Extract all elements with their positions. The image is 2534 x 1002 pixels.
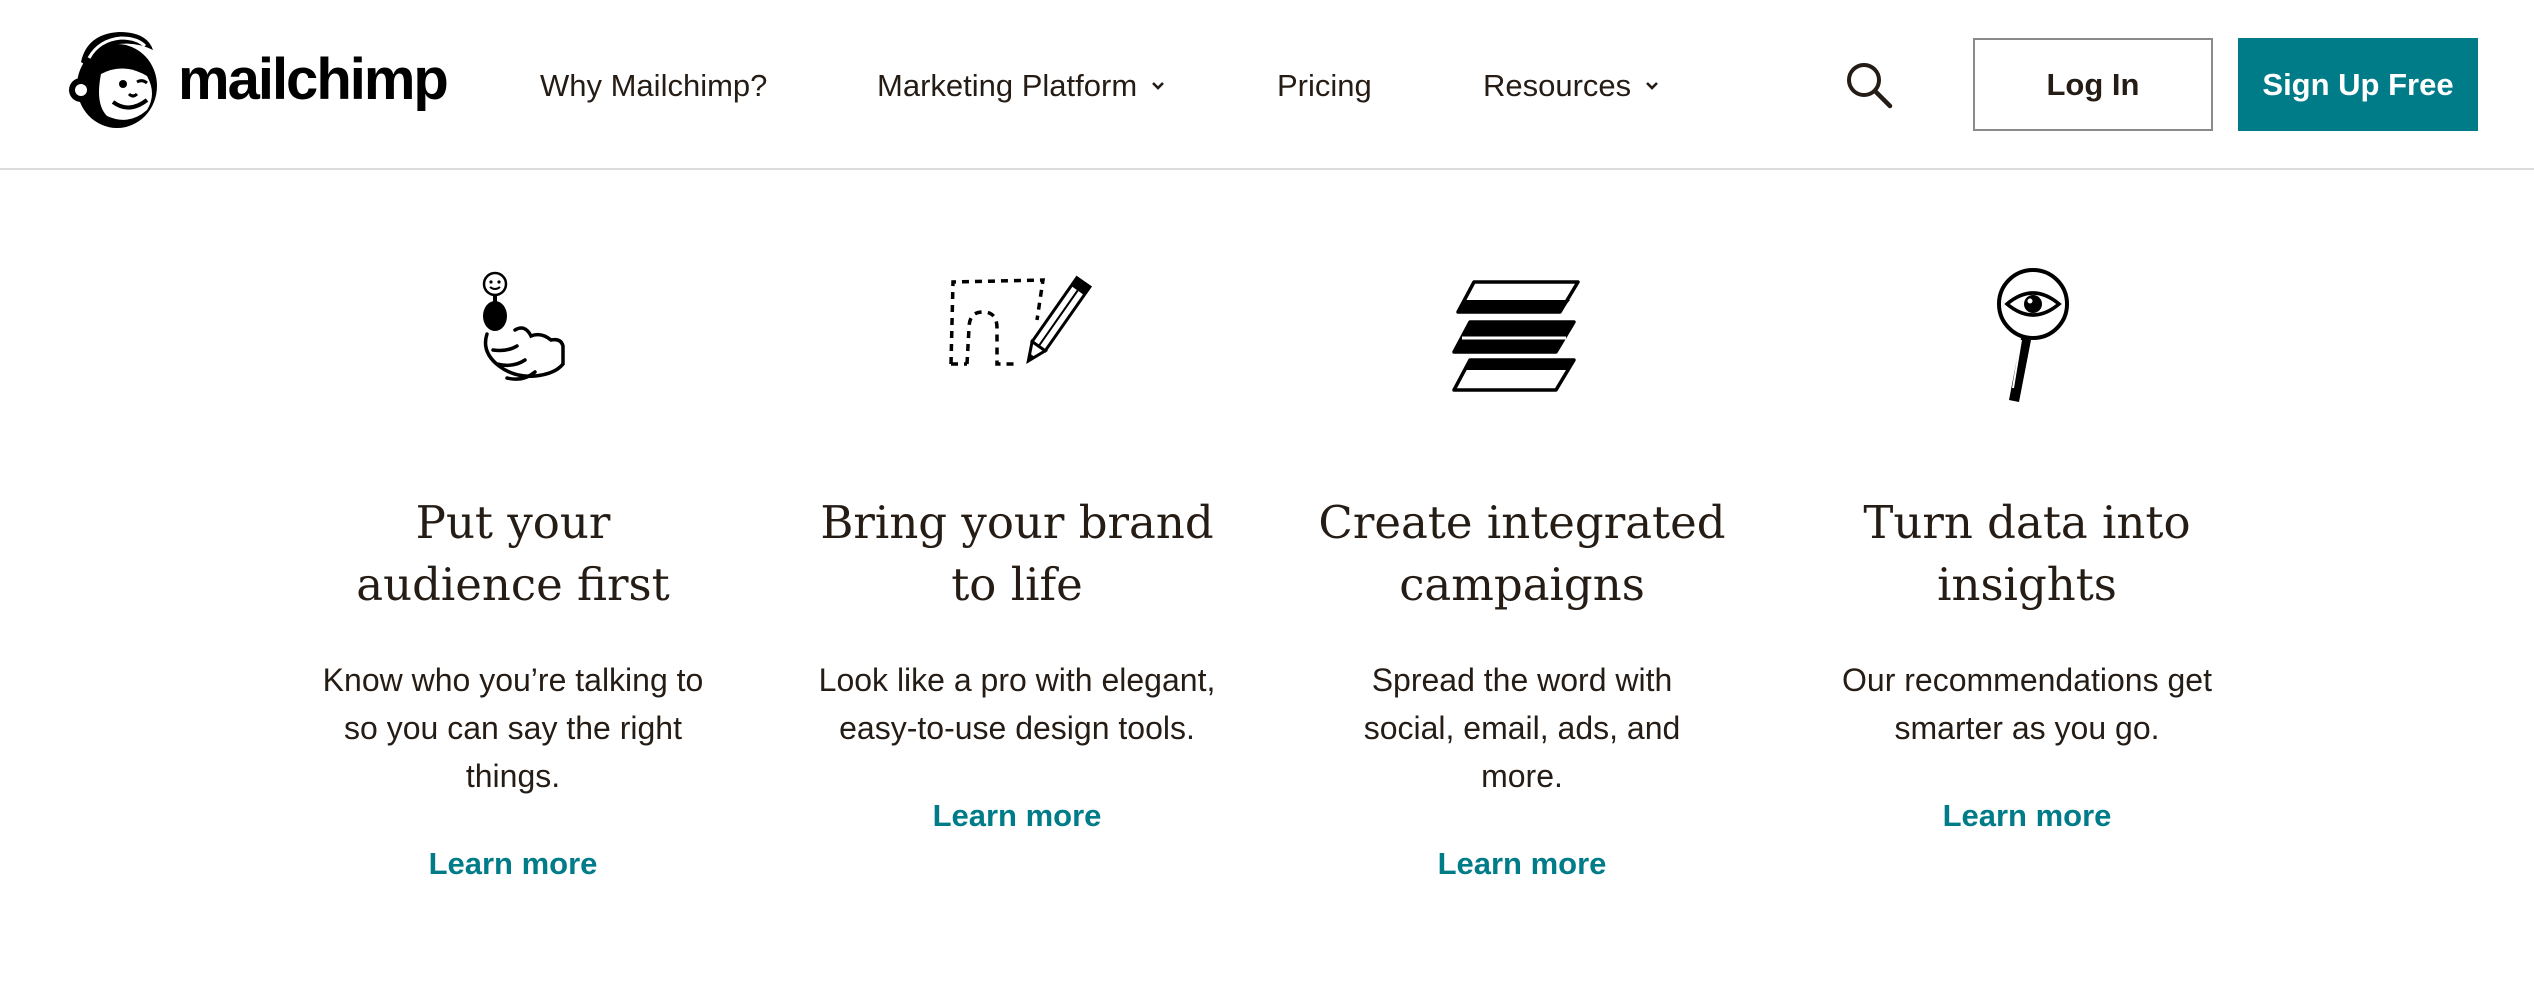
search-button[interactable] — [1842, 58, 1896, 112]
feature-description: Look like a pro with elegant, easy-to-us… — [818, 662, 1216, 746]
learn-more-link[interactable]: Learn more — [933, 798, 1102, 834]
magnifier-eye-icon — [1997, 268, 2069, 402]
feature-title: Put your audience first — [303, 492, 723, 616]
logo-wordmark: mailchimp — [178, 47, 449, 112]
pencil-dotted-path-icon — [949, 275, 1093, 366]
nav-resources[interactable]: Resources — [1483, 64, 1659, 108]
chevron-down-icon — [1646, 82, 1659, 90]
feature-title-line: Put your — [415, 496, 611, 549]
nav-label: Why Mailchimp? — [540, 68, 768, 103]
log-in-button[interactable]: Log In — [1973, 38, 2213, 131]
learn-more-link[interactable]: Learn more — [429, 846, 598, 882]
feature-title-line: Create integrated — [1318, 496, 1726, 549]
sign-up-free-button[interactable]: Sign Up Free — [2238, 38, 2478, 131]
feature-icon-wrap — [1442, 260, 1602, 410]
chevron-down-icon — [1152, 82, 1165, 90]
nav-why-mailchimp[interactable]: Why Mailchimp? — [540, 64, 767, 108]
feature-title-line: Turn data into — [1863, 496, 2191, 549]
feature-title: Turn data into insights — [1817, 492, 2237, 616]
feature-brand: Bring your brand to life Look like a pro… — [797, 260, 1237, 834]
feature-insights: Turn data into insights Our recommendati… — [1807, 260, 2247, 834]
nav-marketing-platform[interactable]: Marketing Platform — [877, 64, 1165, 108]
nav-label: Resources — [1483, 68, 1632, 103]
nav-label: Pricing — [1277, 68, 1372, 103]
feature-icon-wrap — [937, 260, 1097, 410]
feature-campaigns: Create integrated campaigns Spread the w… — [1302, 260, 1742, 882]
search-icon — [1847, 63, 1893, 109]
feature-title-line: Bring your brand — [820, 496, 1214, 549]
feature-description: Our recommendations get smarter as you g… — [1842, 662, 2212, 746]
learn-more-link[interactable]: Learn more — [1438, 846, 1607, 882]
audience-hand-icon — [482, 271, 565, 381]
feature-title-line: to life — [951, 558, 1083, 611]
feature-title-line: campaigns — [1399, 558, 1645, 611]
feature-description: Spread the word with social, email, ads,… — [1363, 662, 1681, 794]
feature-audience: Put your audience first Know who you’re … — [293, 260, 733, 882]
feature-title-line: audience first — [356, 558, 670, 611]
mailchimp-logo[interactable]: mailchimp — [66, 28, 449, 132]
learn-more-link[interactable]: Learn more — [1943, 798, 2112, 834]
site-header: mailchimp Why Mailchimp? Marketing Platf… — [0, 0, 2534, 170]
feature-icon-wrap — [1947, 260, 2107, 410]
nav-pricing[interactable]: Pricing — [1277, 64, 1372, 108]
stacked-layers-icon — [1452, 280, 1580, 392]
feature-title: Bring your brand to life — [807, 492, 1227, 616]
nav-label: Marketing Platform — [877, 68, 1138, 103]
freddie-monkey-icon — [69, 32, 157, 128]
feature-description: Know who you’re talking to so you can sa… — [322, 662, 704, 794]
feature-title: Create integrated campaigns — [1312, 492, 1732, 616]
feature-icon-wrap — [433, 260, 593, 410]
feature-title-line: insights — [1937, 558, 2117, 611]
